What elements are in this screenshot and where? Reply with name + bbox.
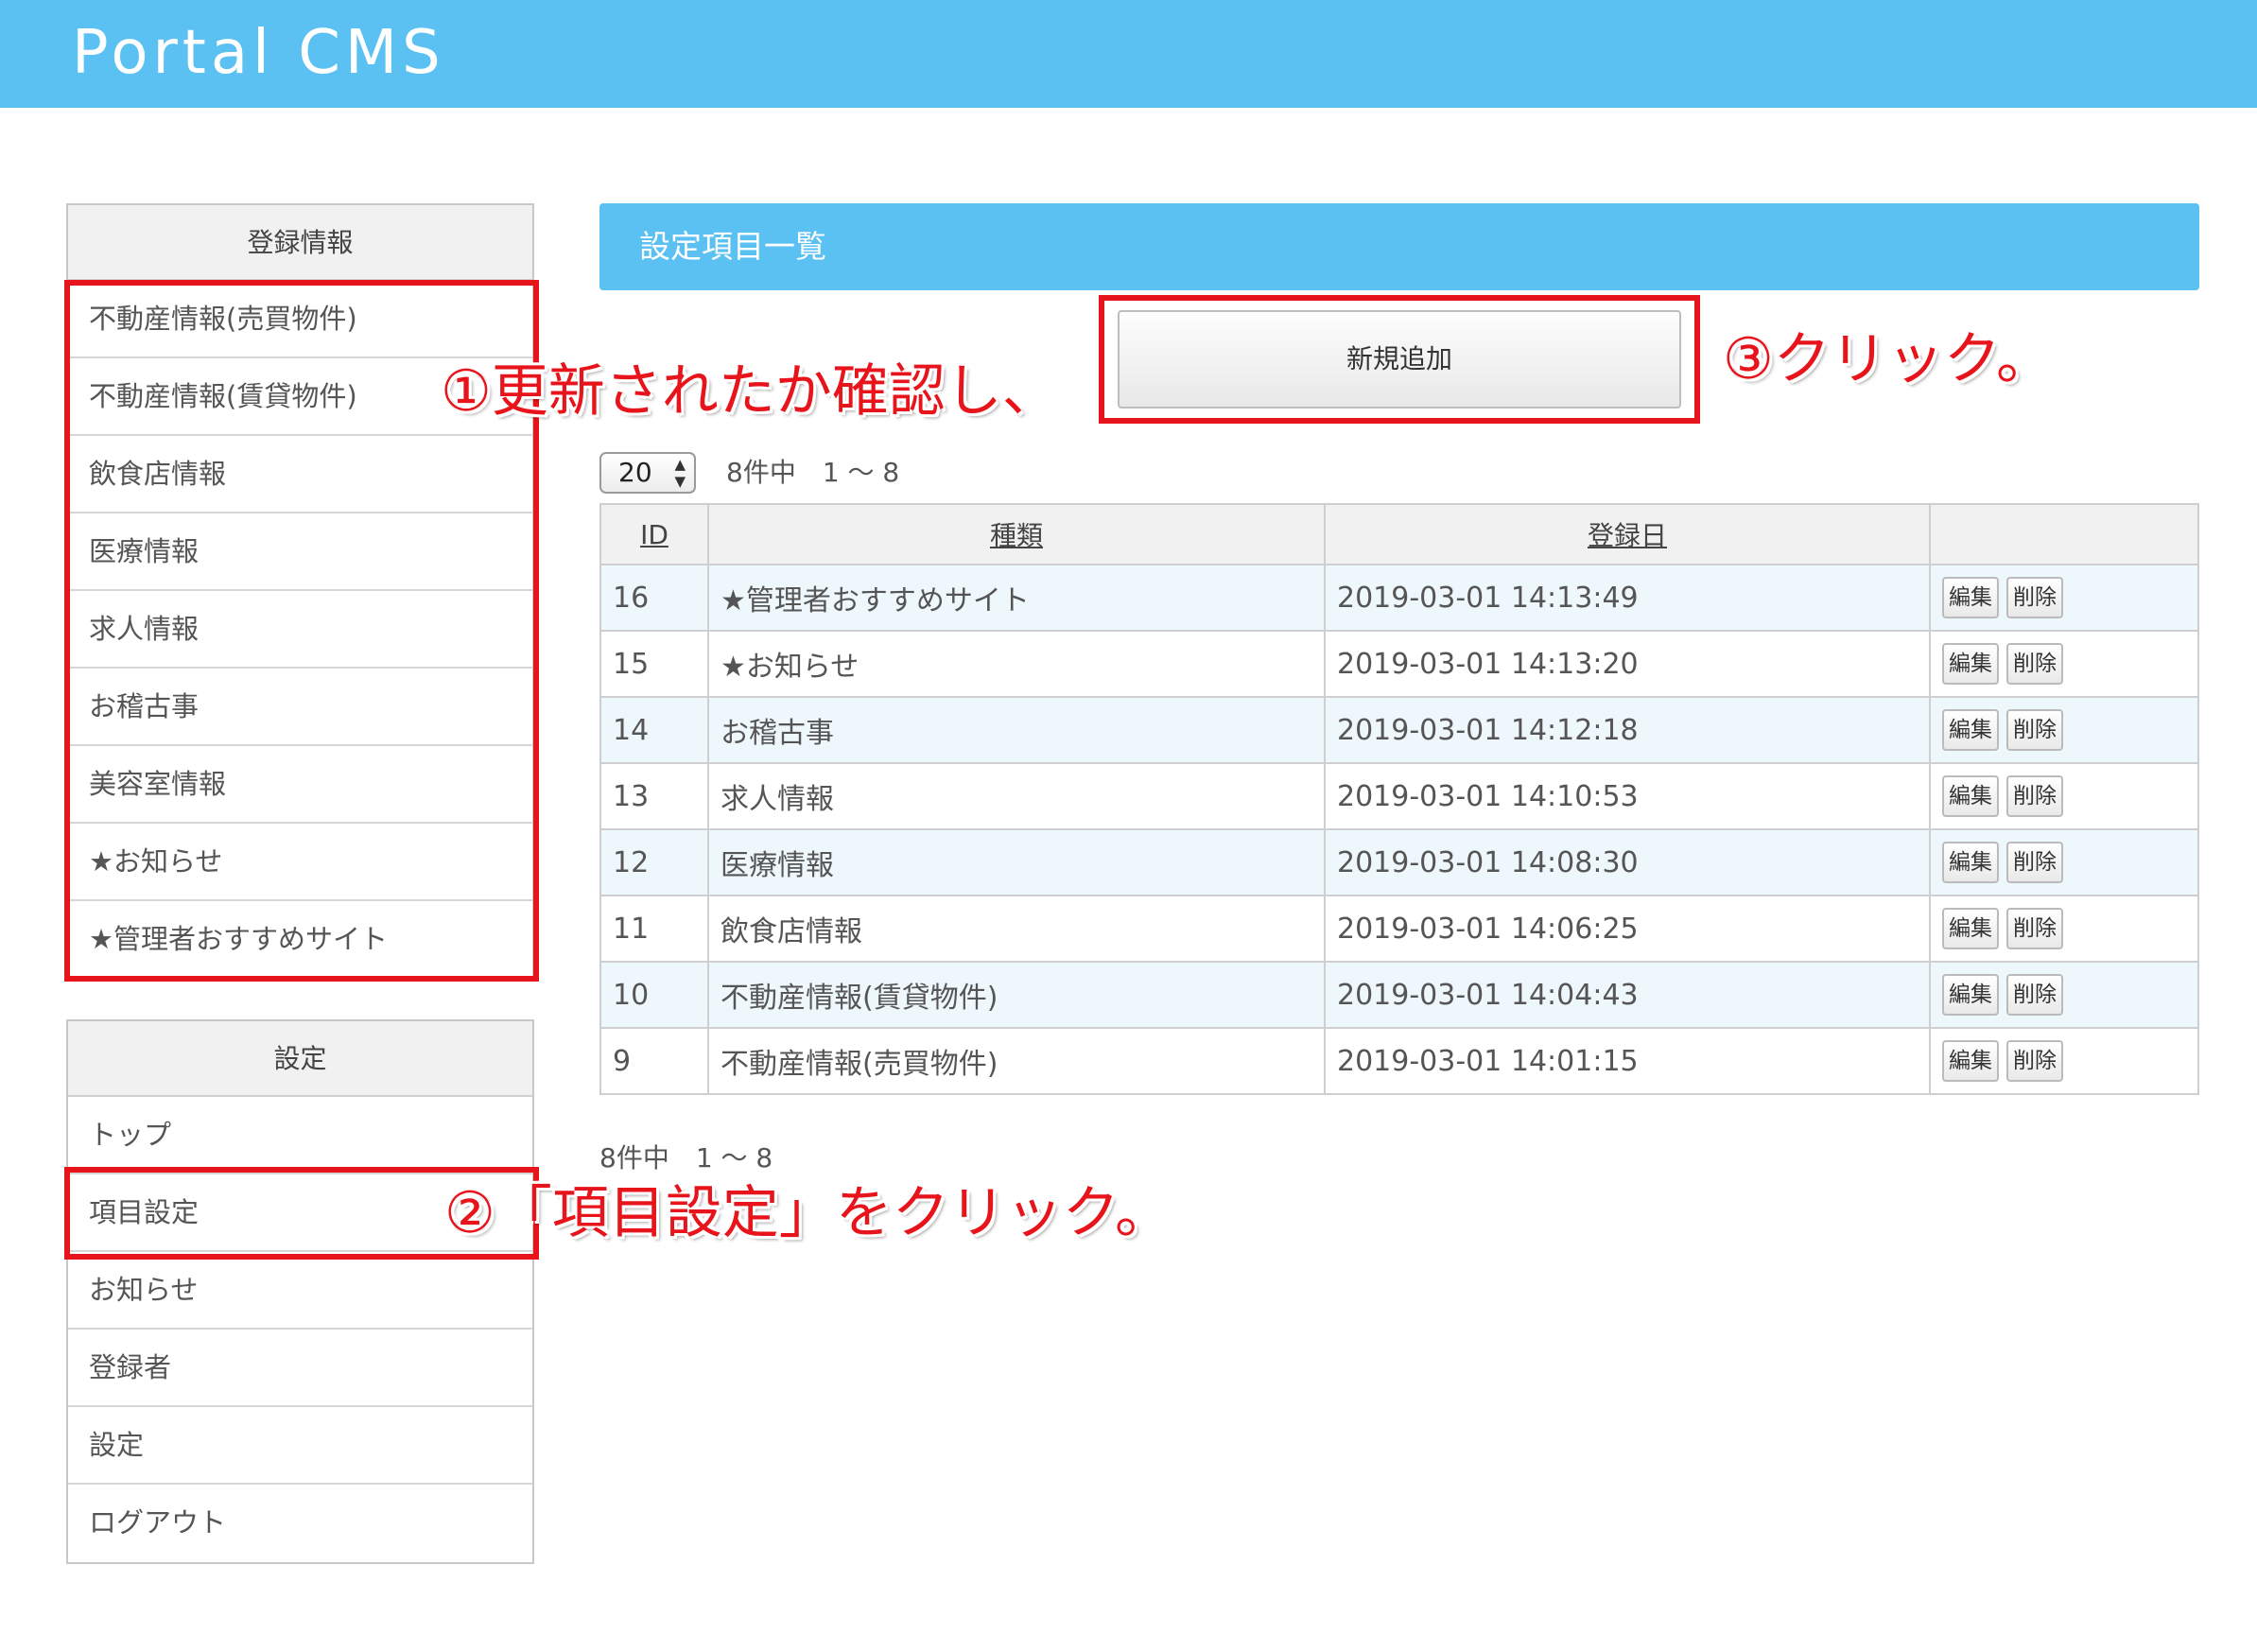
cell-actions: 編集 削除 xyxy=(1929,630,2199,698)
cell-date: 2019-03-01 14:04:43 xyxy=(1324,961,1931,1029)
cell-actions: 編集 削除 xyxy=(1929,895,2199,963)
table-row: 11 飲食店情報 2019-03-01 14:06:25 編集 削除 xyxy=(599,895,2199,963)
delete-button[interactable]: 削除 xyxy=(2006,974,2063,1016)
settings-panel: 設定 トップ 項目設定 お知らせ 登録者 設定 ログアウト xyxy=(66,1019,534,1564)
table-row: 14 お稽古事 2019-03-01 14:12:18 編集 削除 xyxy=(599,696,2199,764)
cell-date: 2019-03-01 14:12:18 xyxy=(1324,696,1931,764)
cell-date: 2019-03-01 14:10:53 xyxy=(1324,762,1931,830)
cell-id: 9 xyxy=(599,1027,709,1095)
cell-id: 15 xyxy=(599,630,709,698)
registration-heading: 登録情報 xyxy=(68,205,532,281)
cell-type: ★管理者おすすめサイト xyxy=(707,564,1326,632)
delete-button[interactable]: 削除 xyxy=(2006,908,2063,949)
settings-heading: 設定 xyxy=(68,1021,532,1097)
select-arrows-icon: ▲ ▼ xyxy=(674,456,686,490)
sidebar-item-notices[interactable]: お知らせ xyxy=(68,1252,532,1330)
main-header: 設定項目一覧 xyxy=(599,203,2199,290)
cell-type: ★お知らせ xyxy=(707,630,1326,698)
cell-date: 2019-03-01 14:08:30 xyxy=(1324,828,1931,896)
table-row: 9 不動産情報(売買物件) 2019-03-01 14:01:15 編集 削除 xyxy=(599,1027,2199,1095)
table-row: 10 不動産情報(賃貸物件) 2019-03-01 14:04:43 編集 削除 xyxy=(599,961,2199,1029)
column-header-actions xyxy=(1929,503,2199,565)
record-count: 8件中 1 〜 8 xyxy=(726,457,900,488)
cell-date: 2019-03-01 14:06:25 xyxy=(1324,895,1931,963)
sidebar-item-settings[interactable]: 設定 xyxy=(68,1407,532,1485)
cell-date: 2019-03-01 14:13:49 xyxy=(1324,564,1931,632)
delete-button[interactable]: 削除 xyxy=(2006,643,2063,685)
cell-id: 16 xyxy=(599,564,709,632)
edit-button[interactable]: 編集 xyxy=(1942,974,1999,1016)
delete-button[interactable]: 削除 xyxy=(2006,842,2063,883)
annotation-step2: ②「項目設定」をクリック。 xyxy=(444,1180,1172,1246)
column-header-id[interactable]: ID xyxy=(599,503,709,565)
cell-actions: 編集 削除 xyxy=(1929,762,2199,830)
edit-button[interactable]: 編集 xyxy=(1942,775,1999,817)
table-row: 12 医療情報 2019-03-01 14:08:30 編集 削除 xyxy=(599,828,2199,896)
delete-button[interactable]: 削除 xyxy=(2006,709,2063,751)
page-title: 設定項目一覧 xyxy=(639,228,826,265)
edit-button[interactable]: 編集 xyxy=(1942,577,1999,618)
sidebar-item-registrants[interactable]: 登録者 xyxy=(68,1330,532,1407)
top-bar: Portal CMS xyxy=(0,0,2257,108)
table-header-row: ID 種類 登録日 xyxy=(599,503,2199,565)
record-count-bottom: 8件中 1 〜 8 xyxy=(599,1142,773,1174)
cell-date: 2019-03-01 14:01:15 xyxy=(1324,1027,1931,1095)
cell-type: 飲食店情報 xyxy=(707,895,1326,963)
edit-button[interactable]: 編集 xyxy=(1942,842,1999,883)
cell-actions: 編集 削除 xyxy=(1929,696,2199,764)
per-page-value: 20 xyxy=(618,457,652,488)
cell-type: 求人情報 xyxy=(707,762,1326,830)
cell-id: 12 xyxy=(599,828,709,896)
column-header-type[interactable]: 種類 xyxy=(707,503,1326,565)
cell-actions: 編集 削除 xyxy=(1929,961,2199,1029)
cell-type: 医療情報 xyxy=(707,828,1326,896)
edit-button[interactable]: 編集 xyxy=(1942,908,1999,949)
app-title: Portal CMS xyxy=(72,18,445,88)
cell-actions: 編集 削除 xyxy=(1929,828,2199,896)
table-row: 15 ★お知らせ 2019-03-01 14:13:20 編集 削除 xyxy=(599,630,2199,698)
cell-id: 14 xyxy=(599,696,709,764)
annotation-step3: ③クリック。 xyxy=(1723,326,2053,392)
cell-type: 不動産情報(賃貸物件) xyxy=(707,961,1326,1029)
cell-date: 2019-03-01 14:13:20 xyxy=(1324,630,1931,698)
delete-button[interactable]: 削除 xyxy=(2006,775,2063,817)
annotation-step1: ①更新されたか確認し、 xyxy=(441,358,1059,425)
sidebar-item-top[interactable]: トップ xyxy=(68,1097,532,1174)
per-page-select[interactable]: 20 ▲ ▼ xyxy=(599,452,696,494)
cell-id: 11 xyxy=(599,895,709,963)
cell-type: 不動産情報(売買物件) xyxy=(707,1027,1326,1095)
edit-button[interactable]: 編集 xyxy=(1942,709,1999,751)
cell-id: 10 xyxy=(599,961,709,1029)
sidebar-item-logout[interactable]: ログアウト xyxy=(68,1485,532,1562)
table-row: 16 ★管理者おすすめサイト 2019-03-01 14:13:49 編集 削除 xyxy=(599,564,2199,632)
table-row: 13 求人情報 2019-03-01 14:10:53 編集 削除 xyxy=(599,762,2199,830)
edit-button[interactable]: 編集 xyxy=(1942,1040,1999,1082)
items-table: ID 種類 登録日 16 ★管理者おすすめサイト 2019-03-01 14:13:… xyxy=(599,503,2199,1095)
annotation-box-add-new xyxy=(1099,295,1700,424)
delete-button[interactable]: 削除 xyxy=(2006,577,2063,618)
cell-actions: 編集 削除 xyxy=(1929,564,2199,632)
cell-actions: 編集 削除 xyxy=(1929,1027,2199,1095)
delete-button[interactable]: 削除 xyxy=(2006,1040,2063,1082)
cell-id: 13 xyxy=(599,762,709,830)
cell-type: お稽古事 xyxy=(707,696,1326,764)
edit-button[interactable]: 編集 xyxy=(1942,643,1999,685)
column-header-date[interactable]: 登録日 xyxy=(1324,503,1931,565)
